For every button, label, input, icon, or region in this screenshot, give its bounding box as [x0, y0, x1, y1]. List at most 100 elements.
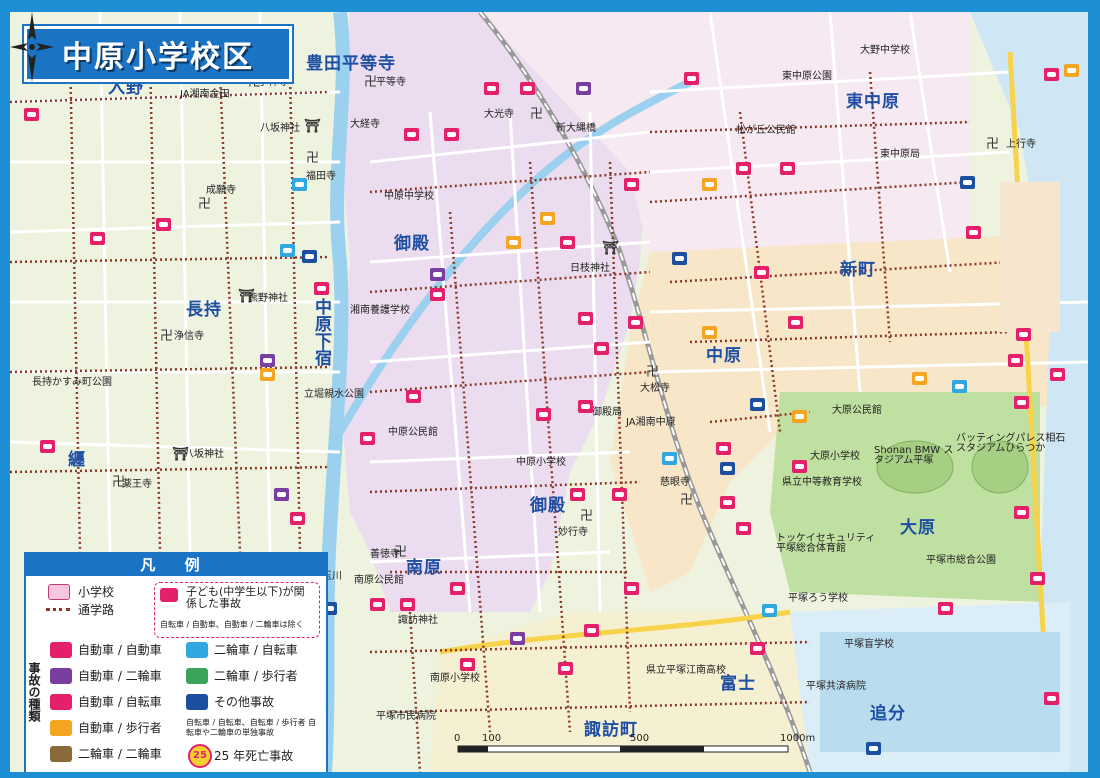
accident-car-car-icon[interactable]: [24, 108, 39, 121]
accident-other-icon[interactable]: [720, 462, 735, 475]
label-shonan-yogo: 湘南養護学校: [350, 305, 410, 316]
legend-header: 凡 例: [26, 554, 326, 576]
label-yasaka-jinja-1: 八坂神社: [260, 123, 300, 134]
accident-car-car-icon[interactable]: [520, 82, 535, 95]
label-yakuo-ji: 薬王寺: [122, 479, 152, 490]
accident-car-car-icon[interactable]: [750, 642, 765, 655]
accident-car-ped-icon[interactable]: [1064, 64, 1079, 77]
accident-car-car-icon[interactable]: [792, 460, 807, 473]
accident-car-car-icon[interactable]: [594, 342, 609, 355]
accident-moto-bike-icon[interactable]: [292, 178, 307, 191]
accident-car-car-icon[interactable]: [1050, 368, 1065, 381]
accident-car-car-icon[interactable]: [1008, 354, 1023, 367]
accident-car-car-icon[interactable]: [1014, 396, 1029, 409]
accident-car-car-icon[interactable]: [716, 442, 731, 455]
accident-car-car-icon[interactable]: [624, 178, 639, 191]
accident-car-car-icon[interactable]: [684, 72, 699, 85]
accident-car-car-icon[interactable]: [536, 408, 551, 421]
accident-car-moto-icon[interactable]: [510, 632, 525, 645]
accident-car-car-icon[interactable]: [570, 488, 585, 501]
accident-car-car-icon[interactable]: [290, 512, 305, 525]
accident-moto-bike-icon[interactable]: [762, 604, 777, 617]
accident-car-car-icon[interactable]: [612, 488, 627, 501]
scale-tick-500: 500: [630, 733, 650, 744]
accident-car-car-icon[interactable]: [1030, 572, 1045, 585]
accident-other-icon[interactable]: [750, 398, 765, 411]
district-goten-south: 御殿: [530, 496, 566, 516]
compass-icon: [10, 12, 54, 82]
accident-car-car-icon[interactable]: [360, 432, 375, 445]
accident-car-bike-icon: [50, 694, 72, 710]
accident-car-car-icon[interactable]: [788, 316, 803, 329]
accident-car-car-icon[interactable]: [400, 598, 415, 611]
accident-car-moto-icon[interactable]: [274, 488, 289, 501]
accident-car-car-icon[interactable]: [430, 288, 445, 301]
legend-item-1: 自動車 / 二輪車: [78, 669, 162, 683]
district-left-partial: 纒: [68, 450, 86, 470]
accident-car-car-icon[interactable]: [406, 390, 421, 403]
accident-car-car-icon[interactable]: [938, 602, 953, 615]
label-myogyo-ji: 妙行寺: [558, 527, 588, 538]
accident-car-car-icon[interactable]: [624, 582, 639, 595]
accident-car-ped-icon[interactable]: [540, 212, 555, 225]
accident-car-car-icon[interactable]: [558, 662, 573, 675]
accident-car-car-icon[interactable]: [370, 598, 385, 611]
accident-other-icon[interactable]: [866, 742, 881, 755]
accident-car-car-icon[interactable]: [736, 522, 751, 535]
accident-car-ped-icon[interactable]: [912, 372, 927, 385]
accident-car-car-icon[interactable]: [450, 582, 465, 595]
accident-car-car-icon[interactable]: [1044, 68, 1059, 81]
accident-car-car-icon[interactable]: [444, 128, 459, 141]
accident-car-car-icon[interactable]: [40, 440, 55, 453]
accident-car-car-icon[interactable]: [484, 82, 499, 95]
map-frame: 入野 豊田平等寺 東中原 御殿 新町 長持 中原下宿 中原 御殿 南原 大原 追…: [0, 0, 1100, 778]
accident-car-car-icon[interactable]: [584, 624, 599, 637]
accident-other-icon[interactable]: [302, 250, 317, 263]
accident-car-ped-icon[interactable]: [260, 368, 275, 381]
accident-moto-ped-icon: [186, 668, 208, 684]
accident-car-car-icon[interactable]: [754, 266, 769, 279]
label-fukuda-ji: 福田寺: [306, 171, 336, 182]
map-canvas[interactable]: 入野 豊田平等寺 東中原 御殿 新町 長持 中原下宿 中原 御殿 南原 大原 追…: [10, 12, 1088, 772]
accident-car-moto-icon[interactable]: [430, 268, 445, 281]
label-minamihara-es: 南原小学校: [430, 673, 480, 684]
accident-car-car-icon[interactable]: [720, 496, 735, 509]
accident-car-car-icon[interactable]: [156, 218, 171, 231]
legend-item-0: 自動車 / 自動車: [78, 643, 162, 657]
accident-car-car-icon[interactable]: [578, 312, 593, 325]
map-title-box: 中原小学校区: [24, 26, 292, 82]
accident-car-car-icon[interactable]: [966, 226, 981, 239]
scale-tick-1000: 1000m: [780, 733, 816, 744]
accident-car-car-icon[interactable]: [90, 232, 105, 245]
label-omatsu-ji: 大松寺: [640, 383, 670, 394]
accident-car-moto-icon[interactable]: [576, 82, 591, 95]
accident-car-car-icon[interactable]: [736, 162, 751, 175]
shrine-icon: ⛩: [602, 241, 619, 256]
accident-car-ped-icon[interactable]: [792, 410, 807, 423]
temple-icon: 卍: [530, 107, 544, 122]
accident-car-car-icon[interactable]: [404, 128, 419, 141]
accident-car-car-icon[interactable]: [314, 282, 329, 295]
accident-car-ped-icon[interactable]: [506, 236, 521, 249]
accident-other-icon[interactable]: [960, 176, 975, 189]
accident-car-car-icon[interactable]: [628, 316, 643, 329]
accident-car-car-icon[interactable]: [1014, 506, 1029, 519]
accident-moto-bike-icon[interactable]: [280, 244, 295, 257]
district-shinmachi: 新町: [840, 260, 876, 280]
accident-car-car-icon[interactable]: [780, 162, 795, 175]
label-nakahara-es: 中原小学校: [516, 457, 566, 468]
accident-moto-bike-icon[interactable]: [952, 380, 967, 393]
accident-car-car-icon[interactable]: [460, 658, 475, 671]
accident-car-moto-icon[interactable]: [260, 354, 275, 367]
accident-car-ped-icon[interactable]: [702, 178, 717, 191]
accident-car-car-icon[interactable]: [578, 400, 593, 413]
accident-car-car-icon[interactable]: [1044, 692, 1059, 705]
accident-car-car-icon[interactable]: [560, 236, 575, 249]
accident-other-icon[interactable]: [672, 252, 687, 265]
accident-moto-bike-icon[interactable]: [662, 452, 677, 465]
shrine-icon: ⛩: [238, 289, 255, 304]
scale-tick-0: 0: [454, 733, 461, 744]
label-goten-post: 御殿局: [592, 407, 622, 418]
accident-car-car-icon[interactable]: [1016, 328, 1031, 341]
accident-car-ped-icon[interactable]: [702, 326, 717, 339]
